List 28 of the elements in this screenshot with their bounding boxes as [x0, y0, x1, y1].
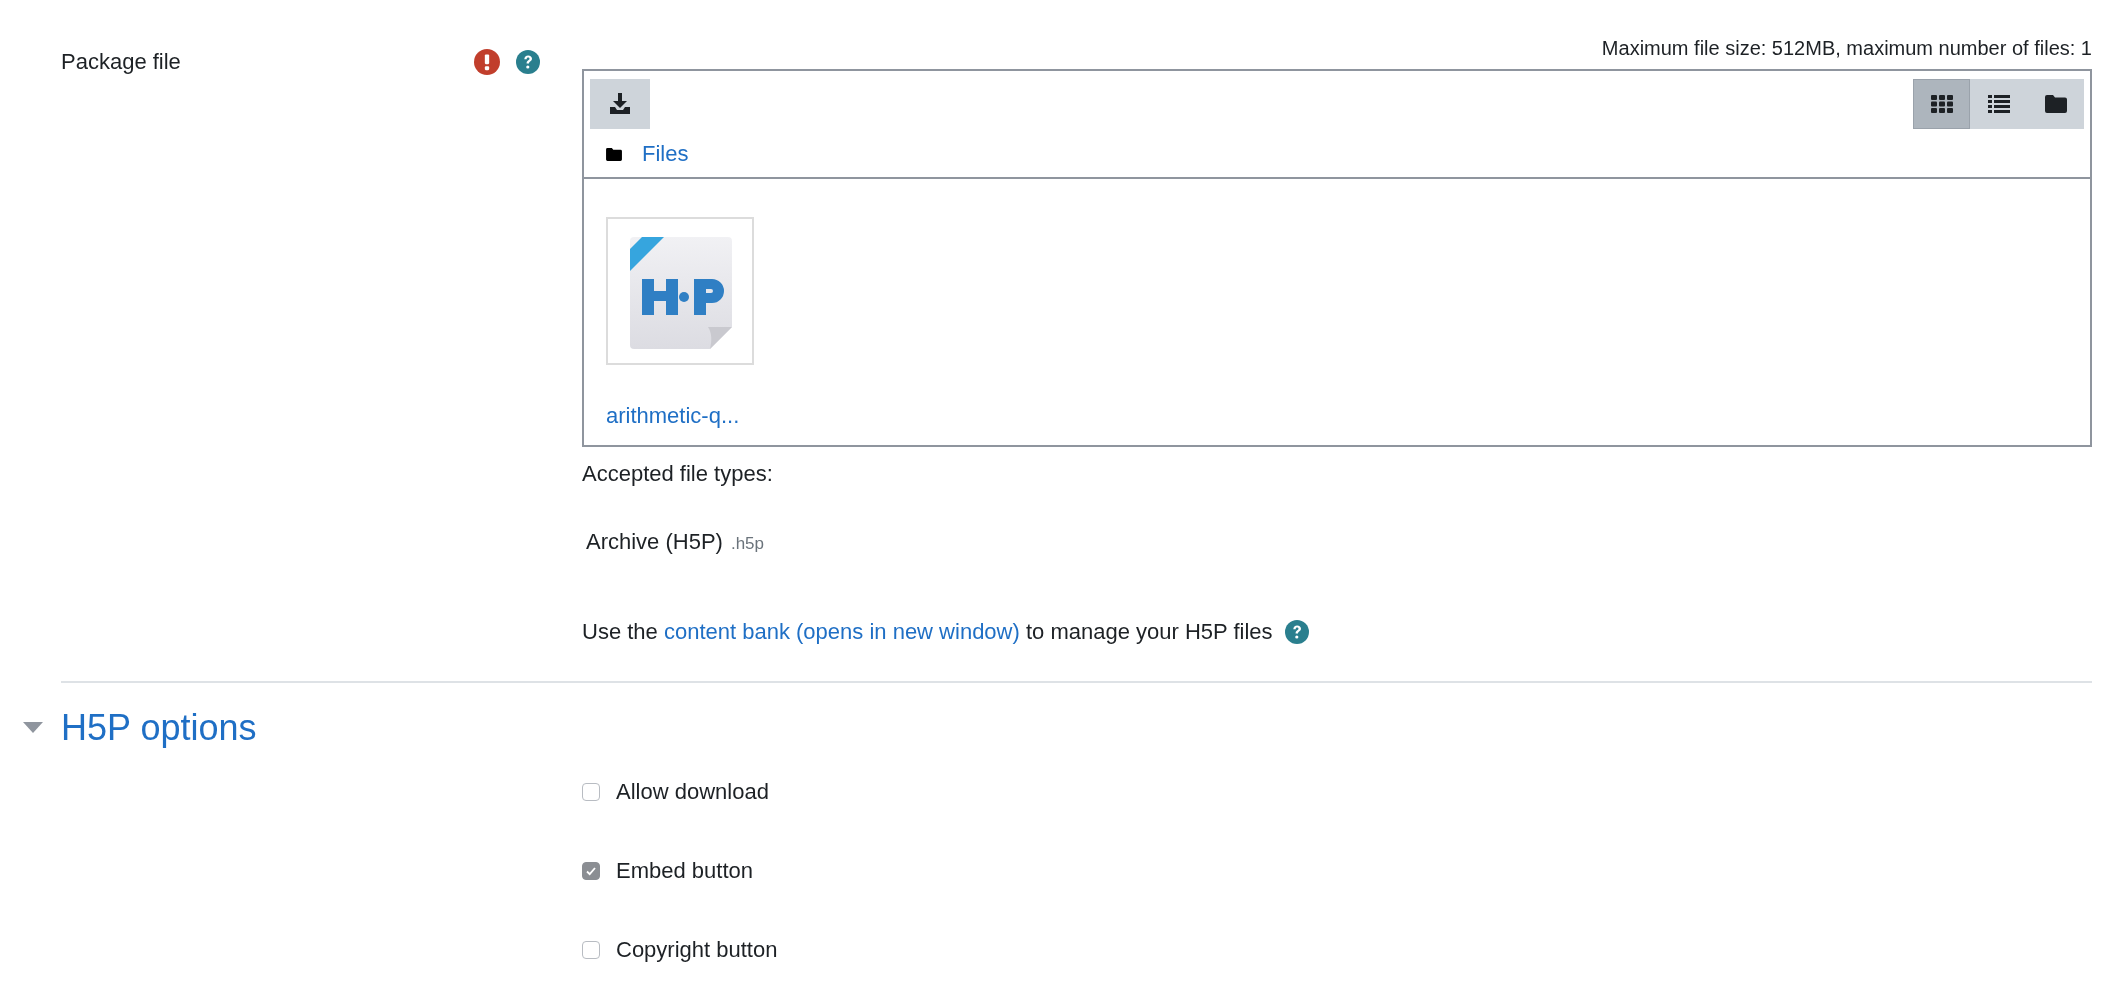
option-label: Copyright button: [616, 937, 778, 963]
grid-view-button[interactable]: [1913, 79, 1970, 129]
file-type-name: Archive (H5P): [586, 529, 723, 555]
option-label: Embed button: [616, 858, 753, 884]
download-icon: [609, 93, 631, 115]
check-icon: [585, 865, 597, 877]
download-button[interactable]: [590, 79, 650, 129]
files-path-link[interactable]: Files: [642, 141, 689, 167]
list-view-icon: [1987, 95, 2010, 113]
checkbox[interactable]: [582, 941, 600, 959]
accepted-types-label: Accepted file types:: [582, 461, 774, 487]
field-label: Package file: [61, 49, 181, 75]
folder-view-icon: [2044, 95, 2067, 113]
checkbox[interactable]: [582, 862, 600, 880]
file-extension: .h5p: [730, 534, 764, 554]
option-label: Allow download: [616, 779, 769, 805]
content-bank-link[interactable]: content bank (opens in new window): [663, 619, 1020, 644]
grid-view-icon: [1930, 95, 1953, 113]
content-bank-help-icon: [1284, 620, 1309, 644]
section-title[interactable]: H5P options: [61, 707, 257, 749]
file-limits-text: Maximum file size: 512MB, maximum number of files: 1: [1600, 36, 2092, 60]
tree-view-button[interactable]: [2027, 79, 2084, 129]
file-name-link[interactable]: arithmetic-q...: [606, 403, 740, 429]
list-view-button[interactable]: [1970, 79, 2027, 129]
folder-icon: [606, 147, 622, 161]
content-bank-sentence: Use the content bank (opens in new window) to manage your H5P files: [582, 619, 1273, 645]
file-thumbnail[interactable]: [606, 217, 754, 365]
checkbox[interactable]: [582, 783, 600, 801]
